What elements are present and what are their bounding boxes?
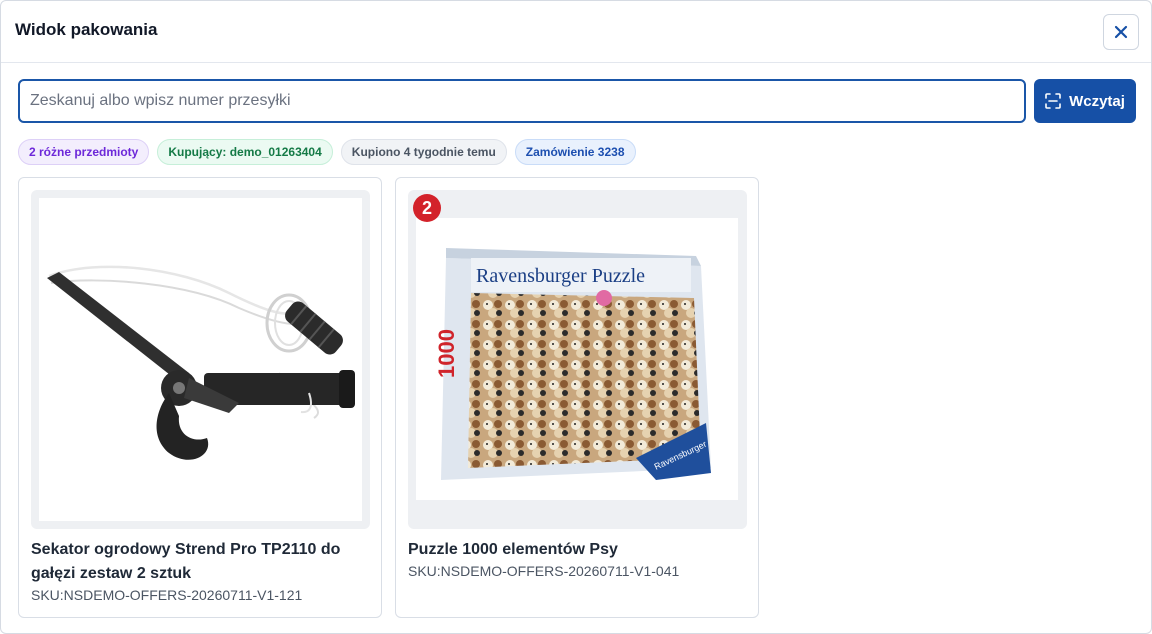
purchase-date-badge: Kupiono 4 tygodnie temu <box>340 139 507 165</box>
item-sku: SKU:NSDEMO-OFFERS-20260711-V1-121 <box>31 587 303 603</box>
modal-header: Widok pakowania <box>1 1 1151 63</box>
item-image-frame: Ravensburger Puzzle 1000 Ravensburger 2 <box>408 190 747 529</box>
quantity-badge: 2 <box>413 194 441 222</box>
pruner-image <box>39 198 362 521</box>
order-number-badge: Zamówienie 3238 <box>514 139 636 165</box>
shipment-number-input[interactable] <box>18 79 1026 123</box>
item-name: Puzzle 1000 elementów Psy <box>408 541 618 558</box>
puzzle-brand-text: Ravensburger Puzzle <box>476 265 645 287</box>
item-card[interactable]: Sekator ogrodowy Strend Pro TP2110 do ga… <box>18 177 382 618</box>
close-button[interactable] <box>1103 14 1139 50</box>
puzzle-pieces-text: 1000 <box>434 329 459 378</box>
close-icon <box>1114 25 1128 39</box>
load-button-label: Wczytaj <box>1069 92 1125 110</box>
item-name: Sekator ogrodowy Strend Pro TP2110 do ga… <box>31 541 341 582</box>
modal-title: Widok pakowania <box>15 20 158 39</box>
puzzle-box-image: Ravensburger Puzzle 1000 Ravensburger <box>416 218 738 500</box>
scan-icon <box>1045 93 1061 109</box>
items-count-badge: 2 różne przedmioty <box>18 139 150 165</box>
order-info-badges: 2 różne przedmioty Kupujący: demo_012634… <box>18 139 636 165</box>
load-button[interactable]: Wczytaj <box>1034 79 1136 123</box>
item-sku: SKU:NSDEMO-OFFERS-20260711-V1-041 <box>408 563 680 579</box>
item-image-frame <box>31 190 370 529</box>
packing-view-modal: Widok pakowania Wczytaj 2 różne przedmio… <box>0 0 1152 634</box>
item-card[interactable]: Ravensburger Puzzle 1000 Ravensburger 2 … <box>395 177 759 618</box>
buyer-badge: Kupujący: demo_01263404 <box>157 139 333 165</box>
